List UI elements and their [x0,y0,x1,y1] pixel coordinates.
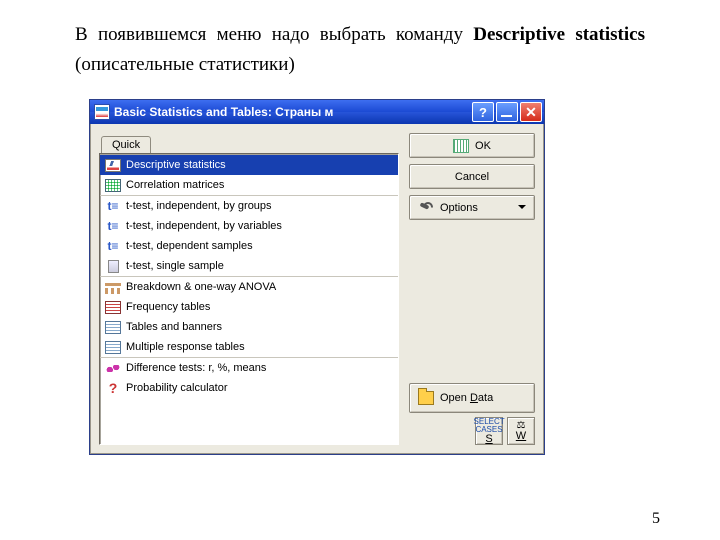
chart-icon [104,157,122,173]
titlebar[interactable]: Basic Statistics and Tables: Страны м ? … [90,100,544,124]
help-button[interactable]: ? [472,102,494,122]
grid-red-icon [104,299,122,315]
single-col-icon [104,258,122,274]
list-item-label: Multiple response tables [126,341,245,353]
weight-button[interactable]: ⚖ W [507,417,535,445]
list-item-label: t-test, independent, by groups [126,200,272,212]
select-cases-button[interactable]: SELECT CASES S [475,417,503,445]
ok-icon [453,139,469,153]
cancel-label: Cancel [455,171,489,183]
statistics-dialog: Basic Statistics and Tables: Страны м ? … [90,100,544,454]
list-item-label: t-test, independent, by variables [126,220,282,232]
weight-key: W [516,431,526,442]
chevron-down-icon [518,202,526,214]
list-item[interactable]: Difference tests: r, %, means [100,358,398,378]
list-item[interactable]: t≡ t-test, independent, by groups [100,196,398,216]
list-item-label: Descriptive statistics [126,159,226,171]
list-item-label: Tables and banners [126,321,222,333]
instruction-prefix: В появившемся меню надо выбрать команду [75,24,473,45]
folder-open-icon [418,391,434,405]
left-column: Quick Descriptive statistics Correlation … [99,133,399,445]
select-cases-label: SELECT CASES [474,418,505,434]
ttest-icon: t≡ [104,198,122,214]
instruction-text: В появившемся меню надо выбрать команду … [75,20,645,81]
list-item[interactable]: Breakdown & one-way ANOVA [100,277,398,297]
list-item-label: Breakdown & one-way ANOVA [126,281,276,293]
right-column: OK Cancel Options Open Data SELECT CASES [409,133,535,445]
weight-icon: ⚖ [517,421,526,431]
ok-button[interactable]: OK [409,133,535,158]
list-item-label: t-test, dependent samples [126,240,253,252]
page-number: 5 [652,510,660,528]
minimize-button[interactable] [496,102,518,122]
list-item[interactable]: t-test, single sample [100,256,398,276]
options-label: Options [440,202,478,214]
footer-buttons: SELECT CASES S ⚖ W [409,417,535,445]
window-title: Basic Statistics and Tables: Страны м [114,105,333,119]
list-item[interactable]: Frequency tables [100,297,398,317]
ok-label: OK [475,140,491,152]
app-icon [94,104,110,120]
grid-lt-icon [104,319,122,335]
list-item[interactable]: t≡ t-test, dependent samples [100,236,398,256]
list-item-label: Probability calculator [126,382,228,394]
list-item-label: Difference tests: r, %, means [126,362,266,374]
grid-green-icon [104,177,122,193]
open-data-label: Open Data [440,392,493,404]
ttest-icon: t≡ [104,238,122,254]
tab-strip: Quick [99,133,399,153]
dialog-client-area: Quick Descriptive statistics Correlation … [90,124,544,454]
list-item[interactable]: Tables and banners [100,317,398,337]
cancel-button[interactable]: Cancel [409,164,535,189]
instruction-bold: Descriptive statistics [473,24,645,45]
tree-icon [104,279,122,295]
list-item[interactable]: Multiple response tables [100,337,398,357]
list-item-label: Frequency tables [126,301,210,313]
open-data-button[interactable]: Open Data [409,383,535,413]
options-button[interactable]: Options [409,195,535,220]
list-item[interactable]: t≡ t-test, independent, by variables [100,216,398,236]
ttest-icon: t≡ [104,218,122,234]
tab-quick[interactable]: Quick [101,136,151,154]
instruction-suffix: (описательные статистики) [75,54,295,75]
list-item-label: Correlation matrices [126,179,224,191]
grid-lt-icon [104,339,122,355]
select-cases-key: S [485,434,492,445]
list-item-label: t-test, single sample [126,260,224,272]
qmark-icon: ? [104,380,122,396]
close-button[interactable]: ✕ [520,102,542,122]
bottom-bar: Open Data [409,383,535,413]
methods-listbox[interactable]: Descriptive statistics Correlation matric… [99,153,399,445]
wave-icon [104,360,122,376]
list-item[interactable]: ? Probability calculator [100,378,398,398]
list-item[interactable]: Correlation matrices [100,175,398,195]
list-item[interactable]: Descriptive statistics [100,155,398,175]
wrench-icon [418,201,434,215]
